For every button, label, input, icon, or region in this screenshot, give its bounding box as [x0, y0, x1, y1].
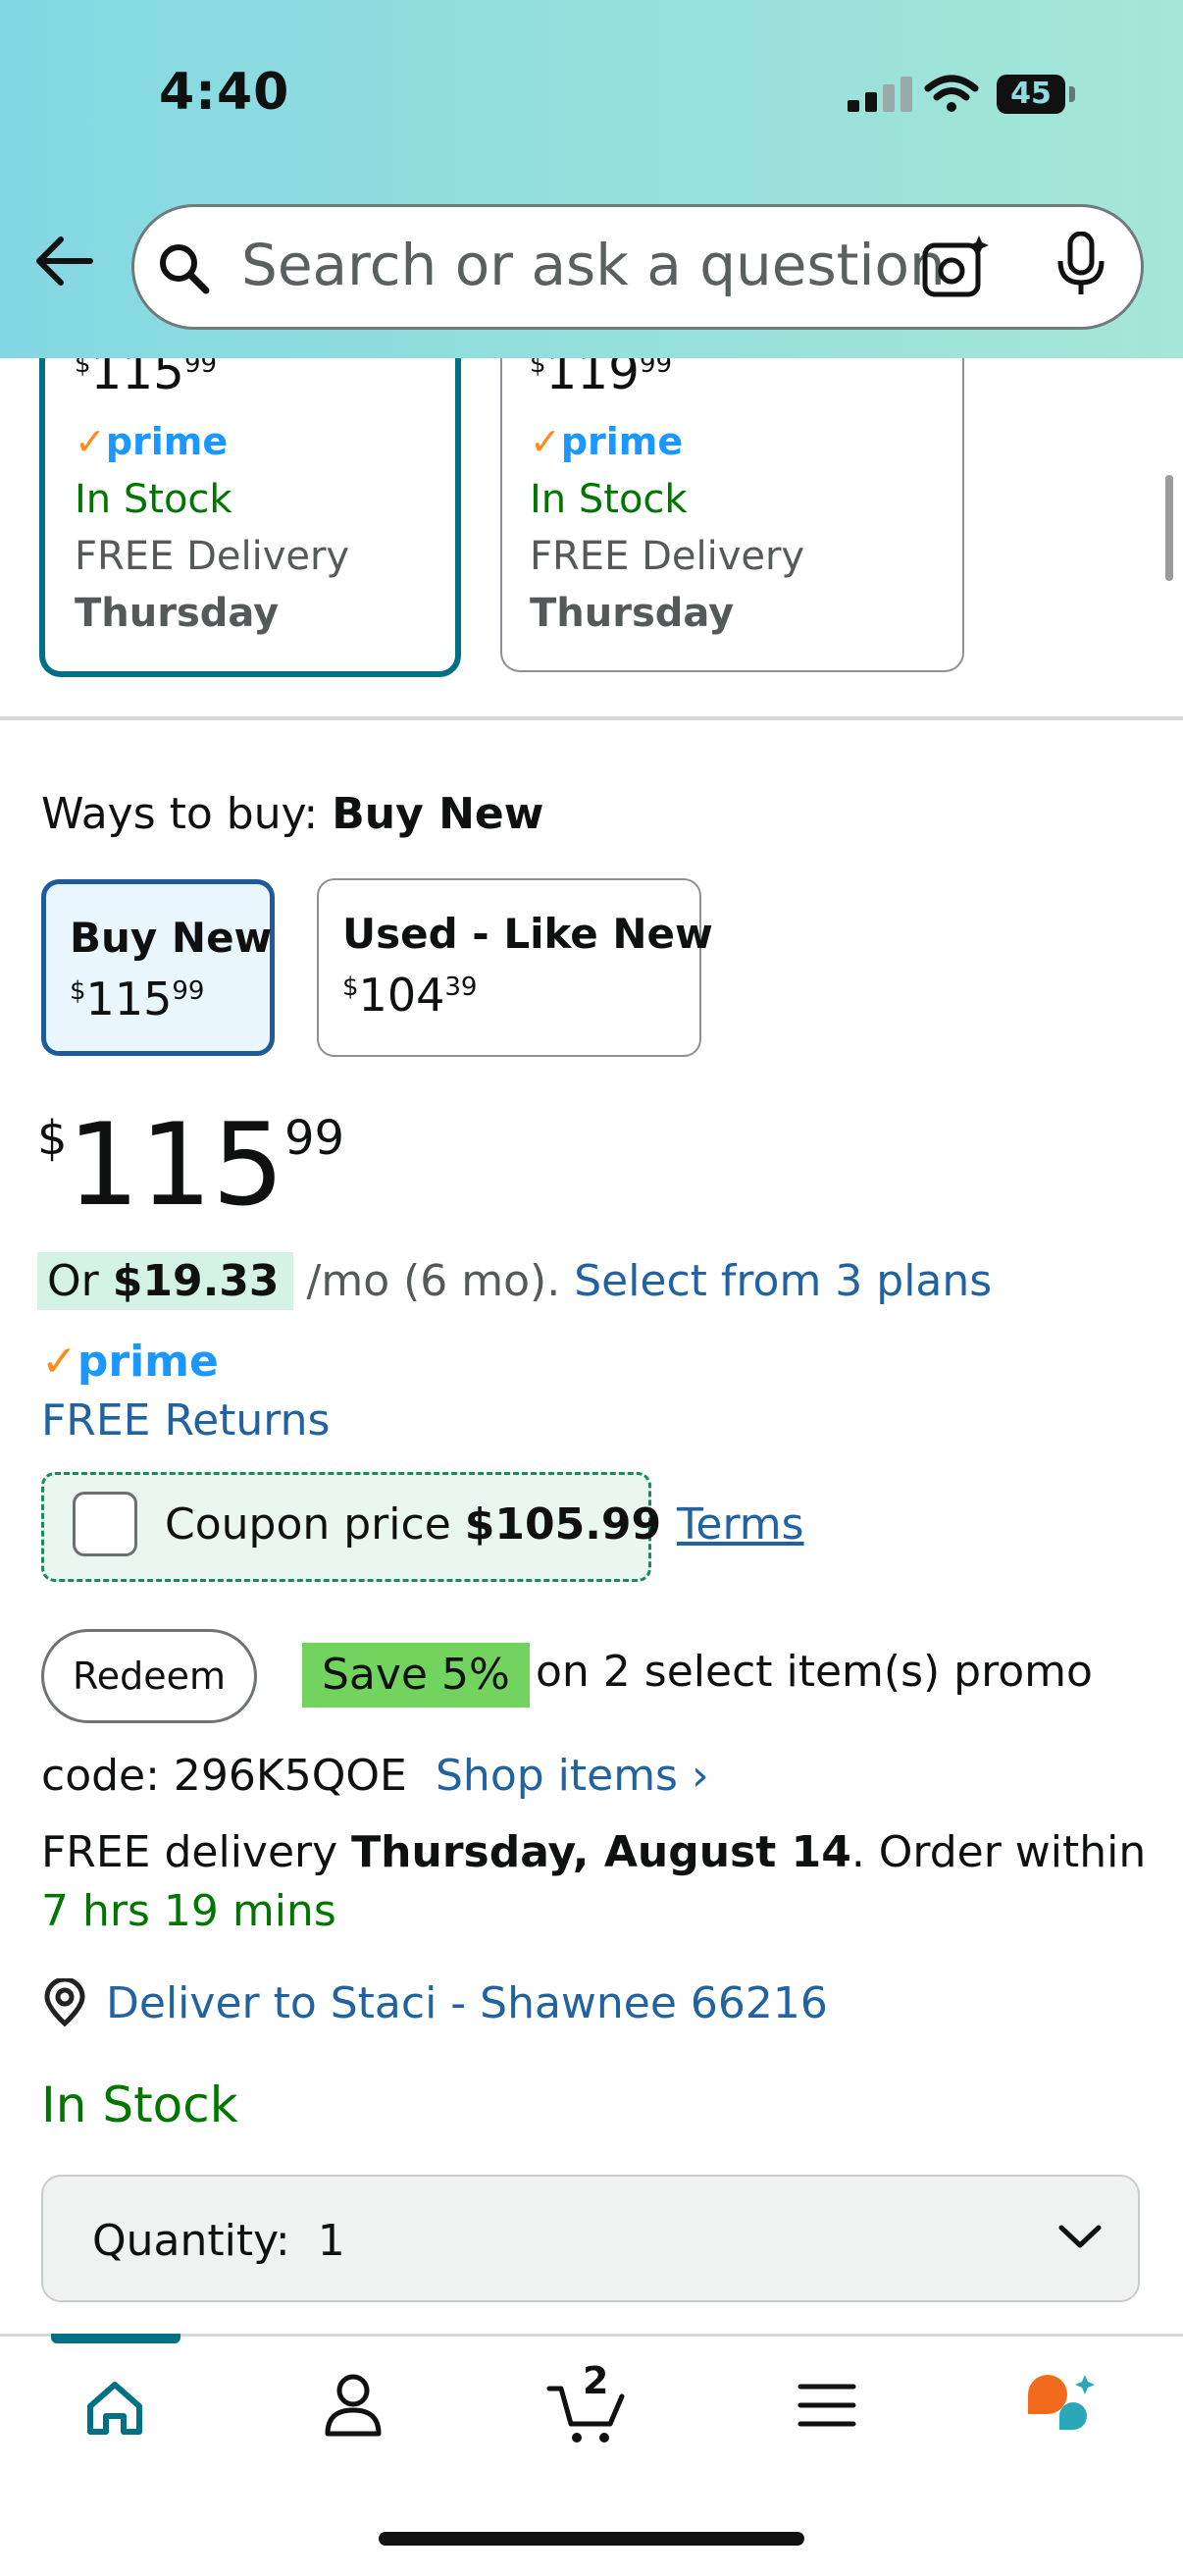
wifi-icon	[924, 75, 979, 112]
quantity-label: Quantity: 1	[92, 2216, 345, 2266]
promo-code: code: 296K5QOE	[41, 1751, 407, 1801]
redeem-button[interactable]: Redeem	[41, 1629, 257, 1723]
free-returns-link[interactable]: FREE Returns	[41, 1395, 330, 1446]
delivery-day: Thursday	[75, 591, 280, 636]
battery-tip	[1069, 86, 1075, 102]
location-pin-icon	[44, 1978, 85, 2027]
main-price: $11599	[37, 1099, 345, 1232]
option-label: Used - Like New	[342, 910, 713, 958]
coupon-label: Coupon price $105.99	[165, 1499, 662, 1550]
option-label: Buy New	[70, 914, 273, 962]
stock-status: In Stock	[75, 477, 232, 522]
prime-badge: ✓prime	[75, 420, 229, 463]
search-icon	[160, 244, 210, 294]
delivery-countdown: 7 hrs 19 mins	[41, 1886, 336, 1936]
home-icon[interactable]	[84, 2379, 145, 2438]
prime-badge: ✓prime	[41, 1337, 219, 1387]
account-icon[interactable]	[324, 2373, 383, 2438]
section-divider	[0, 716, 1183, 720]
promo-text: on 2 select item(s) promo	[536, 1647, 1093, 1697]
save-badge: Save 5%	[302, 1643, 530, 1708]
search-input[interactable]: Search or ask a question	[241, 232, 946, 298]
back-arrow-icon[interactable]	[33, 236, 94, 287]
shop-items-link[interactable]: Shop items ›	[436, 1751, 709, 1801]
prime-badge: ✓prime	[530, 420, 684, 463]
cellular-signal-icon	[848, 77, 916, 112]
stock-status: In Stock	[530, 477, 688, 522]
rufus-assistant-icon[interactable]	[1024, 2371, 1099, 2440]
top-header: 4:40 45 Search or ask a question	[0, 0, 1183, 358]
delivery-info: FREE delivery Thursday, August 14. Order…	[41, 1827, 1147, 1936]
microphone-icon[interactable]	[1055, 232, 1106, 298]
buy-new-option[interactable]: Buy New $11599	[41, 879, 275, 1056]
scrollbar[interactable]	[1165, 475, 1173, 581]
used-like-new-option[interactable]: Used - Like New $10439	[317, 878, 713, 1057]
coupon-terms-link[interactable]: Terms	[677, 1499, 804, 1550]
in-stock-status: In Stock	[41, 2077, 238, 2133]
option-price: $10439	[342, 969, 478, 1022]
delivery-text: FREE Delivery	[530, 534, 805, 579]
nav-active-indicator	[51, 2334, 180, 2343]
ways-to-buy-label: Ways to buy: Buy New	[41, 789, 544, 839]
cart-count: 2	[583, 2359, 609, 2402]
deliver-to-link[interactable]: Deliver to Staci - Shawnee 66216	[106, 1978, 828, 2028]
menu-icon[interactable]	[797, 2381, 857, 2430]
delivery-day: Thursday	[530, 591, 735, 636]
select-plans-link[interactable]: Select from 3 plans	[574, 1256, 992, 1306]
option-price: $11599	[70, 973, 205, 1025]
installment-offer: Or $19.33 /mo (6 mo). Select from 3 plan…	[37, 1252, 992, 1310]
status-time: 4:40	[159, 63, 290, 122]
battery-icon: 45	[997, 75, 1065, 114]
delivery-text: FREE Delivery	[75, 534, 350, 579]
home-indicator	[379, 2532, 804, 2546]
coupon-checkbox[interactable]	[73, 1492, 137, 1556]
camera-lens-icon[interactable]	[922, 234, 991, 298]
chevron-down-icon	[1058, 2225, 1102, 2248]
